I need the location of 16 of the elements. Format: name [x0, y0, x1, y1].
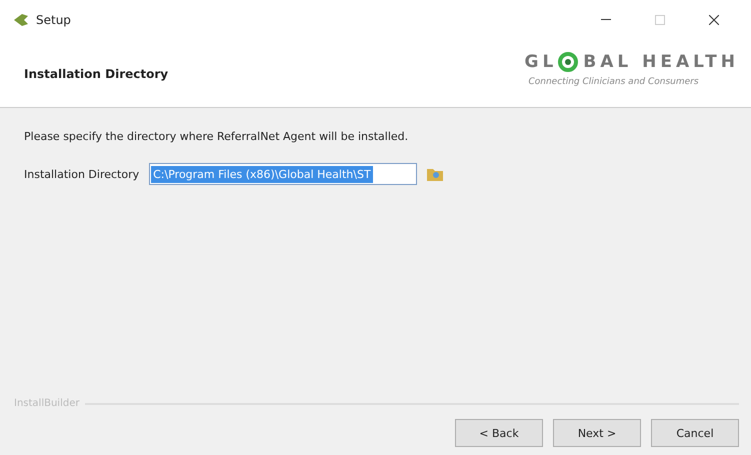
instruction-text: Please specify the directory where ReferralNet Agent will be installed.	[24, 130, 410, 143]
window-title: Setup	[36, 13, 72, 27]
wizard-button[interactable]: < Back	[455, 419, 543, 447]
maximize-icon	[655, 15, 665, 25]
logo-text: BAL HEALTH	[583, 52, 739, 72]
folder-icon[interactable]	[427, 167, 444, 181]
page-title: Installation Directory	[24, 66, 168, 80]
field-label: Installation Directory	[24, 168, 140, 180]
logo-tagline: Connecting Clinicians and Consumers	[528, 76, 699, 86]
wizard-button[interactable]: Next >	[553, 419, 641, 447]
logo-text: GL	[524, 52, 558, 72]
minimize-icon[interactable]	[601, 19, 611, 21]
wizard-button[interactable]: Cancel	[651, 419, 739, 447]
app-icon	[14, 14, 28, 26]
close-icon[interactable]	[709, 15, 719, 25]
logo-ring-icon	[557, 50, 580, 72]
